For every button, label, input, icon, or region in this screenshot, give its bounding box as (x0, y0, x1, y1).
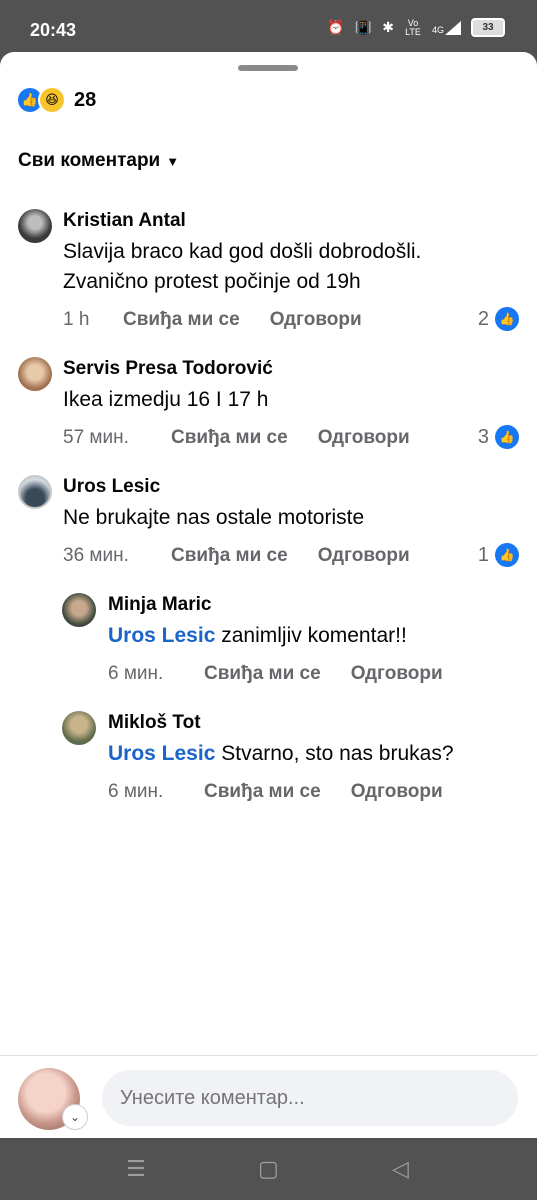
status-icons: ⏰ 📳 ✱ Vo LTE 4G 33 (327, 18, 505, 37)
system-nav-bar: ☰ ▢ ◁ (0, 1138, 537, 1200)
comment-text-line: Ne brukajte nas ostale motoriste (63, 506, 365, 529)
comment-text: Slavija braco kad god došli dobrodošli. … (63, 237, 421, 297)
avatar[interactable] (62, 711, 96, 745)
like-button[interactable]: Свиђа ми се (171, 427, 288, 449)
vibrate-icon: 📳 (354, 19, 373, 35)
comment-time: 57 мин. (63, 427, 129, 448)
comment-text-line: Ikea izmedju 16 I 17 h (63, 388, 269, 411)
avatar[interactable] (18, 209, 52, 243)
reply-button[interactable]: Одговори (351, 663, 443, 685)
reply-button[interactable]: Одговори (270, 309, 362, 331)
like-button[interactable]: Свиђа ми се (204, 663, 321, 685)
mention-link[interactable]: Uros Lesic (108, 624, 215, 647)
reply-body: zanimljiv komentar!! (215, 624, 407, 647)
comment-filter-dropdown[interactable]: Сви коментари ▼ (18, 150, 179, 172)
avatar[interactable] (18, 357, 52, 391)
like-icon: 👍 (495, 425, 519, 449)
like-count: 2 (477, 307, 489, 330)
comment-meta: 36 мин. Свиђа ми се Одговори (63, 545, 410, 567)
back-icon[interactable]: ◁ (392, 1156, 409, 1182)
like-button[interactable]: Свиђа ми се (204, 781, 321, 803)
reactions-summary[interactable]: 👍 😆 28 (16, 86, 96, 114)
comment-author[interactable]: Uros Lesic (63, 476, 160, 498)
avatar[interactable] (18, 475, 52, 509)
like-button[interactable]: Свиђа ми се (171, 545, 288, 567)
comment-author[interactable]: Kristian Antal (63, 210, 186, 232)
alarm-icon: ⏰ (327, 19, 345, 35)
drag-handle[interactable] (238, 65, 298, 71)
comment-meta: 57 мин. Свиђа ми се Одговори (63, 427, 410, 449)
like-count: 3 (477, 425, 489, 448)
comment-text: Ne brukajte nas ostale motoriste (63, 503, 364, 533)
comment-time: 1 h (63, 309, 90, 330)
like-icon: 👍 (495, 543, 519, 567)
reaction-count: 28 (74, 88, 97, 111)
reply-author[interactable]: Minja Maric (108, 594, 211, 616)
comment-input[interactable] (102, 1070, 518, 1126)
reply-body: Stvarno, sto nas brukas? (215, 742, 454, 765)
like-icon: 👍 (495, 307, 519, 331)
comments-sheet: 👍 😆 28 Сви коментари ▼ Kristian Antal Sl… (0, 52, 537, 1138)
filter-label: Сви коментари (18, 150, 161, 171)
reply-time: 6 мин. (108, 663, 164, 684)
reply-button[interactable]: Одговори (318, 545, 410, 567)
status-time: 20:43 (30, 20, 77, 40)
volte-label: Vo LTE (405, 17, 421, 37)
comment-meta: 1 h Свиђа ми се Одговори (63, 309, 362, 331)
status-bar: 20:43 ⏰ 📳 ✱ Vo LTE 4G 33 (0, 0, 537, 58)
home-icon[interactable]: ▢ (258, 1156, 279, 1182)
reply-text: Uros Lesic zanimljiv komentar!! (108, 621, 407, 651)
like-count: 1 (477, 543, 489, 566)
avatar[interactable] (62, 593, 96, 627)
reply-meta: 6 мин. Свиђа ми се Одговори (108, 781, 443, 803)
comment-text: Ikea izmedju 16 I 17 h (63, 385, 268, 415)
reply-button[interactable]: Одговори (318, 427, 410, 449)
comment-like-count[interactable]: 3 👍 (478, 425, 519, 449)
comment-author[interactable]: Servis Presa Todorović (63, 358, 273, 380)
comment-composer: ⌄ (0, 1055, 537, 1138)
mention-link[interactable]: Uros Lesic (108, 742, 215, 765)
chevron-down-icon: ▼ (166, 153, 180, 169)
reply-time: 6 мин. (108, 781, 164, 802)
comment-like-count[interactable]: 1 👍 (478, 543, 519, 567)
reply-author[interactable]: Mikloš Tot (108, 712, 201, 734)
comment-text-line: Slavija braco kad god došli dobrodošli. (63, 240, 422, 263)
reply-text: Uros Lesic Stvarno, sto nas brukas? (108, 739, 454, 769)
comment-time: 36 мин. (63, 545, 129, 566)
like-button[interactable]: Свиђа ми се (123, 309, 240, 331)
bluetooth-icon: ✱ (382, 19, 394, 35)
reply-meta: 6 мин. Свиђа ми се Одговори (108, 663, 443, 685)
network-label: 4G (431, 24, 444, 35)
chevron-down-icon[interactable]: ⌄ (62, 1104, 88, 1130)
battery-icon: 33 (471, 18, 505, 37)
menu-icon[interactable]: ☰ (126, 1156, 146, 1182)
signal-icon: 4G (431, 20, 461, 35)
comment-text-line: Zvanično protest počinje od 19h (63, 270, 361, 293)
reply-button[interactable]: Одговори (351, 781, 443, 803)
haha-icon: 😆 (38, 86, 66, 114)
comment-like-count[interactable]: 2 👍 (478, 307, 519, 331)
